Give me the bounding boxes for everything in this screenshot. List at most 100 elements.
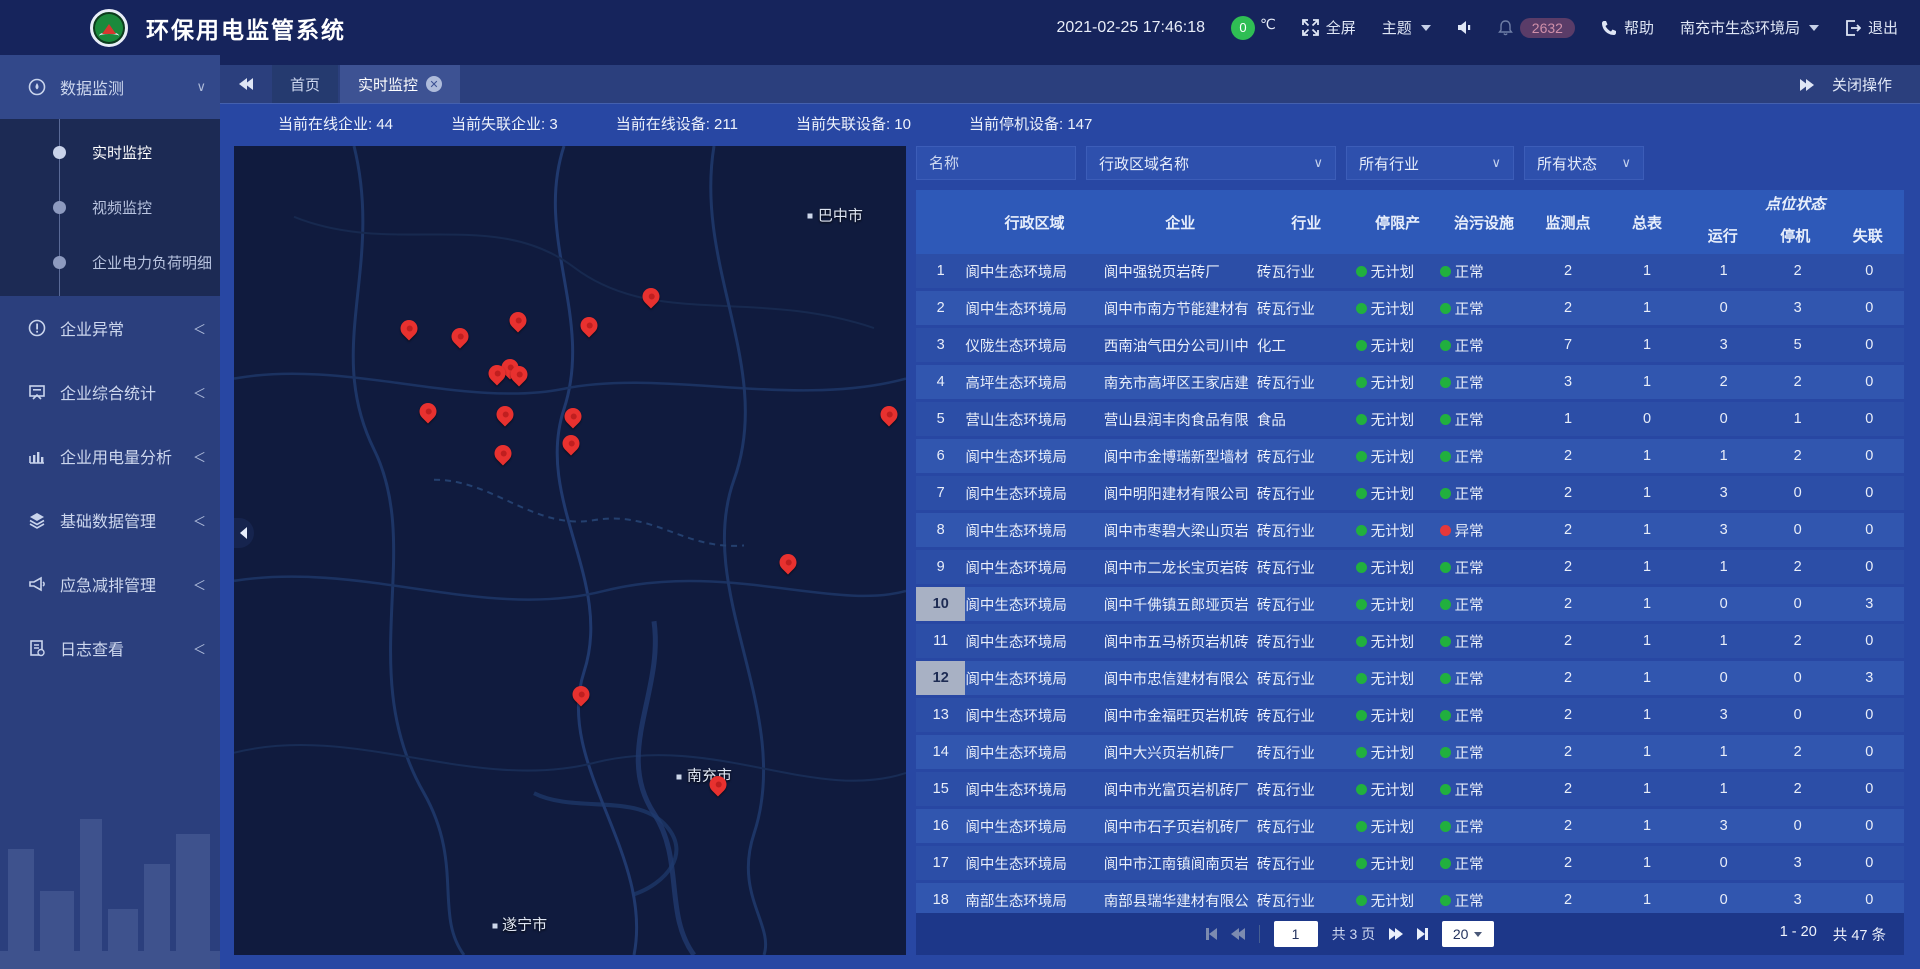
status-dot-icon — [1356, 673, 1367, 684]
sidebar-subitem-实时监控[interactable]: 实时监控 — [0, 125, 220, 180]
tab-close-icon[interactable]: ✕ — [426, 76, 442, 92]
tab-实时监控[interactable]: 实时监控✕ — [340, 65, 460, 103]
name-search-input[interactable] — [916, 146, 1076, 180]
cell-stopped: 3 — [1761, 846, 1835, 880]
user-name: 南充市生态环境局 — [1680, 17, 1800, 38]
cell-limit-status: 无计划 — [1356, 254, 1440, 288]
fullscreen-button[interactable]: 全屏 — [1302, 17, 1356, 38]
cell-offline: 0 — [1835, 476, 1904, 510]
cell-monitor-points: 3 — [1529, 365, 1608, 399]
status-dot-icon — [1440, 895, 1451, 906]
notifications[interactable]: 2632 — [1498, 18, 1575, 38]
region-select[interactable]: 行政区域名称 ∨ — [1086, 146, 1336, 180]
cell-industry: 砖瓦行业 — [1257, 772, 1356, 806]
cell-running: 1 — [1687, 735, 1761, 769]
cell-meters: 1 — [1608, 772, 1687, 806]
table-row[interactable]: 6阆中生态环境局阆中市金博瑞新型墙材砖瓦行业无计划正常21120 — [916, 439, 1904, 473]
cell-stopped: 2 — [1761, 439, 1835, 473]
tabs-scroll-left-button[interactable] — [220, 65, 272, 103]
temperature: 0 ℃ — [1231, 16, 1276, 40]
cell-stopped: 0 — [1761, 476, 1835, 510]
cell-region: 阆中生态环境局 — [965, 735, 1103, 769]
table-row[interactable]: 15阆中生态环境局阆中市光富页岩机砖厂砖瓦行业无计划正常21120 — [916, 772, 1904, 806]
cell-industry: 食品 — [1257, 402, 1356, 436]
table-row[interactable]: 11阆中生态环境局阆中市五马桥页岩机砖砖瓦行业无计划正常21120 — [916, 624, 1904, 658]
app-title: 环保用电监管系统 — [146, 11, 346, 45]
table-row[interactable]: 10阆中生态环境局阆中千佛镇五郎垭页岩砖瓦行业无计划正常21003 — [916, 587, 1904, 621]
help-button[interactable]: 帮助 — [1601, 17, 1654, 38]
status-dot-icon — [1440, 414, 1451, 425]
table-row[interactable]: 1阆中生态环境局阆中强锐页岩砖厂砖瓦行业无计划正常21120 — [916, 254, 1904, 288]
cell-limit-status: 无计划 — [1356, 772, 1440, 806]
page-size-select[interactable]: 20 — [1442, 921, 1494, 947]
industry-select[interactable]: 所有行业 ∨ — [1346, 146, 1514, 180]
table-row[interactable]: 18南部生态环境局南部县瑞华建材有限公砖瓦行业无计划正常21030 — [916, 883, 1904, 913]
cell-company: 阆中千佛镇五郎垭页岩 — [1104, 587, 1257, 621]
sidebar-item-1[interactable]: 企业异常＜ — [0, 296, 220, 360]
cell-industry: 砖瓦行业 — [1257, 365, 1356, 399]
cell-company: 阆中市枣碧大梁山页岩 — [1104, 513, 1257, 547]
table-row[interactable]: 4高坪生态环境局南充市高坪区王家店建砖瓦行业无计划正常31220 — [916, 365, 1904, 399]
brand: 环保用电监管系统 — [0, 9, 346, 47]
status-select[interactable]: 所有状态 ∨ — [1524, 146, 1644, 180]
sidebar-item-2[interactable]: 企业综合统计＜ — [0, 360, 220, 424]
map-panel[interactable]: 巴中市南充市遂宁市 — [234, 146, 906, 955]
table-row[interactable]: 12阆中生态环境局阆中市忠信建材有限公砖瓦行业无计划正常21003 — [916, 661, 1904, 695]
sidebar-subitem-视频监控[interactable]: 视频监控 — [0, 180, 220, 235]
logout-button[interactable]: 退出 — [1845, 17, 1898, 38]
cell-monitor-points: 2 — [1529, 550, 1608, 584]
cell-meters: 1 — [1608, 439, 1687, 473]
table-row[interactable]: 8阆中生态环境局阆中市枣碧大梁山页岩砖瓦行业无计划异常21300 — [916, 513, 1904, 547]
status-dot-icon — [1440, 303, 1451, 314]
last-page-button[interactable] — [1417, 928, 1428, 940]
mute-button[interactable] — [1457, 20, 1472, 35]
table-row[interactable]: 16阆中生态环境局阆中市石子页岩机砖厂砖瓦行业无计划正常21300 — [916, 809, 1904, 843]
sidebar-item-6[interactable]: 日志查看＜ — [0, 616, 220, 680]
cell-meters: 1 — [1608, 883, 1687, 913]
cell-region: 阆中生态环境局 — [965, 513, 1103, 547]
table-row[interactable]: 13阆中生态环境局阆中市金福旺页岩机砖砖瓦行业无计划正常21300 — [916, 698, 1904, 732]
cell-region: 阆中生态环境局 — [965, 846, 1103, 880]
cell-running: 0 — [1687, 883, 1761, 913]
cell-region: 阆中生态环境局 — [965, 772, 1103, 806]
previous-page-button[interactable] — [1231, 928, 1245, 940]
cell-offline: 0 — [1835, 328, 1904, 362]
cell-limit-status: 无计划 — [1356, 328, 1440, 362]
row-index: 17 — [916, 846, 965, 880]
status-dot-icon — [1440, 266, 1451, 277]
chevron-down-icon — [1474, 932, 1482, 937]
next-page-button[interactable] — [1389, 928, 1403, 940]
cell-facility-status: 正常 — [1440, 772, 1529, 806]
cell-limit-status: 无计划 — [1356, 883, 1440, 913]
stat-0: 当前在线企业: 44 — [278, 113, 393, 134]
tab-首页[interactable]: 首页 — [272, 65, 338, 103]
sidebar-item-4[interactable]: 基础数据管理＜ — [0, 488, 220, 552]
sidebar-submenu: 实时监控视频监控企业电力负荷明细 — [0, 119, 220, 296]
cell-monitor-points: 2 — [1529, 883, 1608, 913]
table-row[interactable]: 14阆中生态环境局阆中大兴页岩机砖厂砖瓦行业无计划正常21120 — [916, 735, 1904, 769]
status-dot-icon — [1440, 562, 1451, 573]
table-row[interactable]: 2阆中生态环境局阆中市南方节能建材有砖瓦行业无计划正常21030 — [916, 291, 1904, 325]
sidebar-item-0[interactable]: 数据监测∨ — [0, 55, 220, 119]
cell-company: 阆中市金福旺页岩机砖 — [1104, 698, 1257, 732]
page-number-input[interactable]: 1 — [1274, 921, 1318, 947]
status-dot-icon — [1440, 747, 1451, 758]
user-menu[interactable]: 南充市生态环境局 — [1680, 17, 1819, 38]
table-row[interactable]: 9阆中生态环境局阆中市二龙长宝页岩砖砖瓦行业无计划正常21120 — [916, 550, 1904, 584]
table-row[interactable]: 7阆中生态环境局阆中明阳建材有限公司砖瓦行业无计划正常21300 — [916, 476, 1904, 510]
theme-menu[interactable]: 主题 — [1382, 17, 1431, 38]
col-header-facility: 治污设施 — [1440, 190, 1529, 254]
cell-offline: 0 — [1835, 698, 1904, 732]
sidebar-item-label: 数据监测 — [60, 75, 124, 99]
cell-company: 阆中市金博瑞新型墙材 — [1104, 439, 1257, 473]
table-row[interactable]: 3仪陇生态环境局西南油气田分公司川中化工无计划正常71350 — [916, 328, 1904, 362]
table-row[interactable]: 17阆中生态环境局阆中市江南镇阆南页岩砖瓦行业无计划正常21030 — [916, 846, 1904, 880]
sidebar-item-3[interactable]: 企业用电量分析＜ — [0, 424, 220, 488]
cell-offline: 0 — [1835, 846, 1904, 880]
cell-stopped: 3 — [1761, 291, 1835, 325]
table-row[interactable]: 5营山生态环境局营山县润丰肉食品有限食品无计划正常10010 — [916, 402, 1904, 436]
first-page-button[interactable] — [1206, 928, 1217, 940]
close-operations[interactable]: 关闭操作 — [1800, 74, 1920, 103]
sidebar-subitem-企业电力负荷明细[interactable]: 企业电力负荷明细 — [0, 235, 220, 290]
sidebar-item-5[interactable]: 应急减排管理＜ — [0, 552, 220, 616]
